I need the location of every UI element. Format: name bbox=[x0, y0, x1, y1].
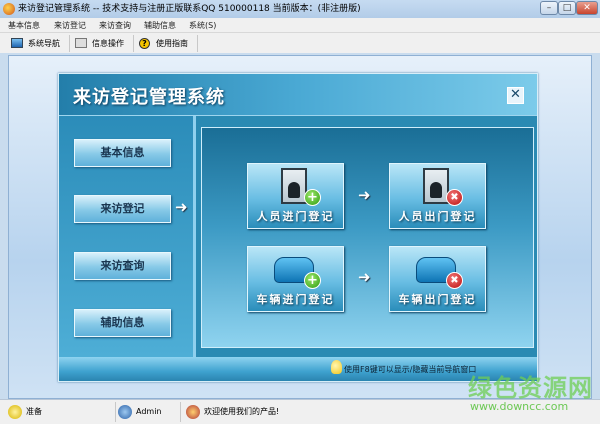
status-separator bbox=[180, 402, 181, 422]
vehicle-exit-button[interactable]: ✖ 车辆出门登记 bbox=[389, 246, 486, 312]
toolbar: 系统导航 信息操作 ? 使用指南 bbox=[0, 33, 600, 53]
status-message-text: 欢迎使用我们的产品! bbox=[204, 407, 280, 416]
plus-icon: + bbox=[304, 189, 321, 206]
nav-basic-info-button[interactable]: 基本信息 bbox=[74, 139, 171, 167]
arrow-right-icon: ➜ bbox=[358, 268, 371, 286]
vehicle-entry-button[interactable]: + 车辆进门登记 bbox=[247, 246, 344, 312]
menu-aux-info[interactable]: 辅助信息 bbox=[144, 20, 176, 31]
status-separator bbox=[115, 402, 116, 422]
app-icon bbox=[3, 3, 15, 15]
nav-column: 基本信息 来访登记 来访查询 辅助信息 ➜ bbox=[59, 116, 194, 357]
nav-aux-info-button[interactable]: 辅助信息 bbox=[74, 309, 171, 337]
status-icon bbox=[8, 405, 22, 419]
close-window-button[interactable]: ✕ bbox=[576, 1, 598, 15]
tab-label: 使用指南 bbox=[156, 39, 188, 48]
watermark: 绿色资源网 bbox=[468, 374, 593, 402]
tile-label: 人员进门登记 bbox=[256, 210, 335, 223]
status-state-text: 准备 bbox=[26, 407, 42, 416]
panel-footer: 使用F8键可以显示/隐藏当前导航窗口 bbox=[59, 357, 537, 381]
tab-user-guide[interactable]: ? 使用指南 bbox=[136, 35, 198, 52]
navigation-panel: 来访登记管理系统 ✕ 基本信息 来访登记 来访查询 辅助信息 ➜ + 人员进门登… bbox=[58, 73, 538, 382]
window-title: 来访登记管理系统 -- 技术支持与注册正版联系QQ 510000118 当前版本… bbox=[18, 4, 361, 14]
menu-visit-register[interactable]: 来访登记 bbox=[54, 20, 86, 31]
status-user: Admin bbox=[118, 405, 162, 419]
watermark-url: www.downcc.com bbox=[470, 400, 569, 413]
tab-label: 信息操作 bbox=[92, 39, 124, 48]
nav-visit-register-button[interactable]: 来访登记 bbox=[74, 195, 171, 223]
lightbulb-icon bbox=[331, 360, 342, 374]
close-panel-button[interactable]: ✕ bbox=[507, 87, 524, 104]
person-exit-button[interactable]: ✖ 人员出门登记 bbox=[389, 163, 486, 229]
status-state: 准备 bbox=[8, 405, 42, 419]
monitor-icon bbox=[11, 38, 23, 48]
active-arrow-icon: ➜ bbox=[175, 198, 188, 216]
minimize-button[interactable]: – bbox=[540, 1, 558, 15]
grid-icon bbox=[75, 38, 87, 48]
menu-system[interactable]: 系统(S) bbox=[189, 20, 216, 31]
nav-visit-query-button[interactable]: 来访查询 bbox=[74, 252, 171, 280]
panel-header: 来访登记管理系统 ✕ bbox=[59, 74, 537, 116]
hint-text: 使用F8键可以显示/隐藏当前导航窗口 bbox=[344, 365, 477, 374]
users-icon bbox=[186, 405, 200, 419]
arrow-right-icon: ➜ bbox=[358, 186, 371, 204]
menu-visit-query[interactable]: 来访查询 bbox=[99, 20, 131, 31]
tile-label: 人员出门登记 bbox=[398, 210, 477, 223]
remove-icon: ✖ bbox=[446, 189, 463, 206]
help-icon: ? bbox=[139, 38, 150, 49]
menu-basic-info[interactable]: 基本信息 bbox=[8, 20, 40, 31]
status-message: 欢迎使用我们的产品! bbox=[186, 405, 279, 419]
status-user-text: Admin bbox=[136, 407, 162, 416]
maximize-button[interactable]: □ bbox=[558, 1, 576, 15]
divider bbox=[193, 116, 196, 357]
tile-label: 车辆出门登记 bbox=[398, 293, 477, 306]
title-bar: 来访登记管理系统 -- 技术支持与注册正版联系QQ 510000118 当前版本… bbox=[0, 0, 600, 18]
tile-label: 车辆进门登记 bbox=[256, 293, 335, 306]
user-icon bbox=[118, 405, 132, 419]
tab-system-nav[interactable]: 系统导航 bbox=[8, 35, 70, 52]
plus-icon: + bbox=[304, 272, 321, 289]
function-area: + 人员进门登记 ➜ ✖ 人员出门登记 + 车辆进门登记 ➜ ✖ 车辆出门登记 bbox=[201, 127, 534, 348]
menu-bar: 基本信息 来访登记 来访查询 辅助信息 系统(S) bbox=[0, 18, 600, 33]
remove-icon: ✖ bbox=[446, 272, 463, 289]
person-entry-button[interactable]: + 人员进门登记 bbox=[247, 163, 344, 229]
panel-title: 来访登记管理系统 bbox=[73, 87, 225, 108]
tab-info-ops[interactable]: 信息操作 bbox=[72, 35, 134, 52]
tab-label: 系统导航 bbox=[28, 39, 60, 48]
